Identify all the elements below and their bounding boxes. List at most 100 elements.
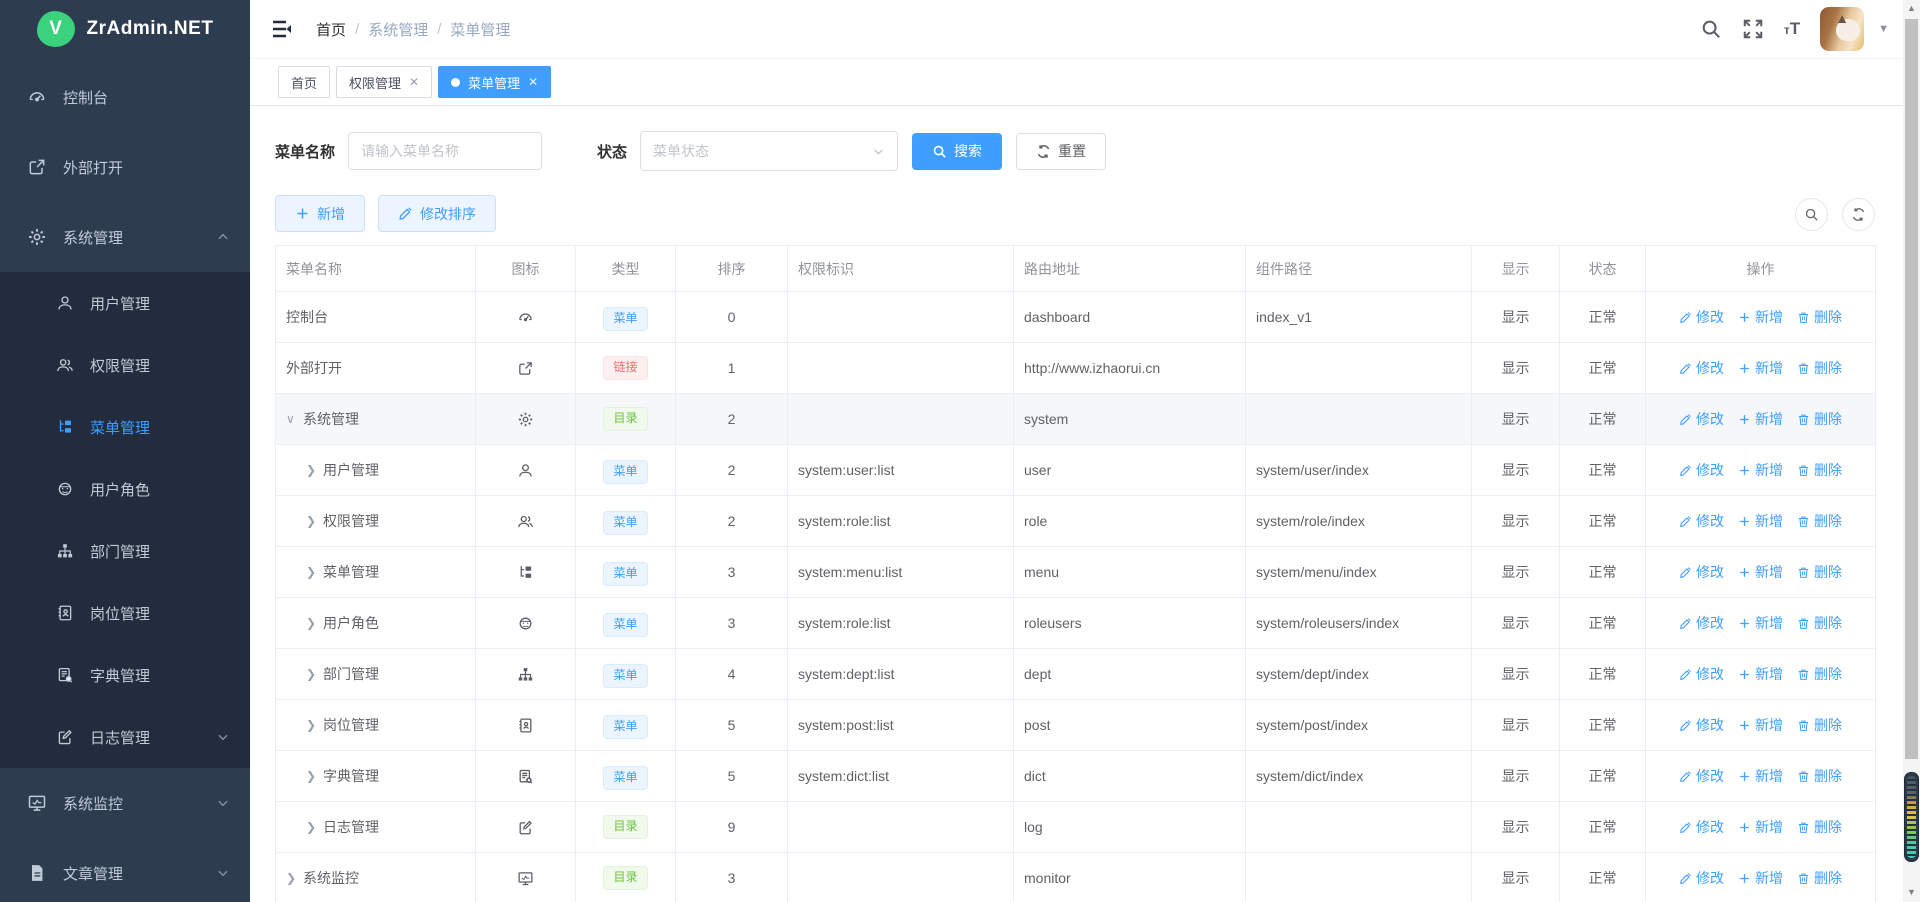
monitor-icon bbox=[517, 870, 534, 887]
expand-closed-icon[interactable]: ❯ bbox=[306, 667, 323, 681]
menu-name-input[interactable] bbox=[348, 132, 542, 170]
breadcrumb-home[interactable]: 首页 bbox=[316, 19, 346, 40]
delete-row-link[interactable]: 删除 bbox=[1797, 664, 1842, 684]
sidebar-item-tree[interactable]: 菜单管理 bbox=[0, 396, 250, 458]
close-tab-icon[interactable]: ✕ bbox=[528, 75, 538, 89]
expand-closed-icon[interactable]: ❯ bbox=[306, 565, 323, 579]
view-tab[interactable]: 权限管理✕ bbox=[336, 66, 432, 98]
sidebar-item-log[interactable]: 日志管理 bbox=[0, 706, 250, 768]
edit-row-link[interactable]: 修改 bbox=[1679, 460, 1724, 480]
edit-row-link[interactable]: 修改 bbox=[1679, 715, 1724, 735]
route-value: dict bbox=[1014, 751, 1246, 802]
delete-row-link[interactable]: 删除 bbox=[1797, 715, 1842, 735]
add-button[interactable]: 新增 bbox=[275, 195, 365, 232]
sidebar-item-monitor[interactable]: 系统监控 bbox=[0, 768, 250, 838]
delete-row-link[interactable]: 删除 bbox=[1797, 460, 1842, 480]
scrollbar-thumb[interactable] bbox=[1905, 19, 1918, 759]
order-value: 4 bbox=[676, 649, 788, 700]
add-row-link[interactable]: 新增 bbox=[1738, 358, 1783, 378]
sidebar-item-user[interactable]: 用户管理 bbox=[0, 272, 250, 334]
scroll-down-arrow-icon[interactable]: ▼ bbox=[1903, 884, 1920, 900]
expand-closed-icon[interactable]: ❯ bbox=[306, 616, 323, 630]
add-row-link[interactable]: 新增 bbox=[1738, 715, 1783, 735]
type-tag: 菜单 bbox=[603, 511, 647, 535]
edit-row-link[interactable]: 修改 bbox=[1679, 409, 1724, 429]
sort-edit-button[interactable]: 修改排序 bbox=[378, 195, 496, 232]
add-row-link[interactable]: 新增 bbox=[1738, 766, 1783, 786]
user-avatar[interactable] bbox=[1820, 7, 1864, 51]
edit-row-link[interactable]: 修改 bbox=[1679, 868, 1724, 888]
add-row-link[interactable]: 新增 bbox=[1738, 613, 1783, 633]
search-button[interactable]: 搜索 bbox=[912, 133, 1002, 170]
expand-closed-icon[interactable]: ❯ bbox=[286, 871, 303, 885]
sidebar-item-gauge[interactable]: 控制台 bbox=[0, 62, 250, 132]
column-header: 操作 bbox=[1646, 246, 1876, 292]
delete-row-link[interactable]: 删除 bbox=[1797, 409, 1842, 429]
reset-button[interactable]: 重置 bbox=[1016, 133, 1106, 170]
add-row-link[interactable]: 新增 bbox=[1738, 664, 1783, 684]
component-value bbox=[1246, 343, 1472, 394]
component-value: system/role/index bbox=[1246, 496, 1472, 547]
edit-row-link[interactable]: 修改 bbox=[1679, 766, 1724, 786]
view-tab[interactable]: 首页 bbox=[278, 66, 330, 98]
component-value: system/roleusers/index bbox=[1246, 598, 1472, 649]
doc-icon bbox=[27, 863, 47, 883]
table-search-toggle-icon[interactable] bbox=[1795, 198, 1828, 231]
table-refresh-icon[interactable] bbox=[1842, 198, 1875, 231]
delete-row-link[interactable]: 删除 bbox=[1797, 868, 1842, 888]
close-tab-icon[interactable]: ✕ bbox=[409, 75, 419, 89]
add-row-link[interactable]: 新增 bbox=[1738, 307, 1783, 327]
robot-icon bbox=[517, 615, 534, 632]
route-value: role bbox=[1014, 496, 1246, 547]
edit-row-link[interactable]: 修改 bbox=[1679, 358, 1724, 378]
view-tab[interactable]: 菜单管理✕ bbox=[438, 66, 551, 98]
font-size-icon[interactable]: тT bbox=[1784, 19, 1800, 39]
delete-row-link[interactable]: 删除 bbox=[1797, 307, 1842, 327]
delete-row-link[interactable]: 删除 bbox=[1797, 613, 1842, 633]
delete-row-link[interactable]: 删除 bbox=[1797, 511, 1842, 531]
route-value: roleusers bbox=[1014, 598, 1246, 649]
add-row-link[interactable]: 新增 bbox=[1738, 868, 1783, 888]
add-row-link[interactable]: 新增 bbox=[1738, 409, 1783, 429]
expand-closed-icon[interactable]: ❯ bbox=[306, 514, 323, 528]
sidebar-item-dict[interactable]: 字典管理 bbox=[0, 644, 250, 706]
app-logo[interactable]: V ZrAdmin.NET bbox=[0, 0, 250, 58]
expand-closed-icon[interactable]: ❯ bbox=[306, 463, 323, 477]
perm-value: system:menu:list bbox=[788, 547, 1014, 598]
gauge-icon bbox=[517, 309, 534, 326]
sidebar-fold-icon[interactable] bbox=[270, 17, 294, 41]
expand-closed-icon[interactable]: ❯ bbox=[306, 820, 323, 834]
delete-row-link[interactable]: 删除 bbox=[1797, 562, 1842, 582]
menu-status-select[interactable]: 菜单状态 bbox=[640, 131, 898, 171]
scroll-up-arrow-icon[interactable]: ▲ bbox=[1903, 0, 1920, 16]
add-row-link[interactable]: 新增 bbox=[1738, 511, 1783, 531]
sidebar-item-external[interactable]: 外部打开 bbox=[0, 132, 250, 202]
expand-closed-icon[interactable]: ❯ bbox=[306, 718, 323, 732]
add-row-link[interactable]: 新增 bbox=[1738, 562, 1783, 582]
sidebar-item-doc[interactable]: 文章管理 bbox=[0, 838, 250, 902]
sidebar-item-badge[interactable]: 岗位管理 bbox=[0, 582, 250, 644]
add-row-link[interactable]: 新增 bbox=[1738, 460, 1783, 480]
edit-row-link[interactable]: 修改 bbox=[1679, 307, 1724, 327]
search-icon[interactable] bbox=[1700, 18, 1722, 40]
sidebar-item-gear[interactable]: 系统管理 bbox=[0, 202, 250, 272]
perm-value: system:dept:list bbox=[788, 649, 1014, 700]
sidebar-item-robot[interactable]: 用户角色 bbox=[0, 458, 250, 520]
user-menu-caret-icon[interactable]: ▼ bbox=[1878, 23, 1889, 35]
delete-row-link[interactable]: 删除 bbox=[1797, 766, 1842, 786]
fullscreen-icon[interactable] bbox=[1742, 18, 1764, 40]
sidebar-item-users[interactable]: 权限管理 bbox=[0, 334, 250, 396]
sidebar-item-sitemap[interactable]: 部门管理 bbox=[0, 520, 250, 582]
delete-row-link[interactable]: 删除 bbox=[1797, 358, 1842, 378]
edit-row-link[interactable]: 修改 bbox=[1679, 817, 1724, 837]
edit-row-link[interactable]: 修改 bbox=[1679, 613, 1724, 633]
expand-closed-icon[interactable]: ❯ bbox=[306, 769, 323, 783]
edit-row-link[interactable]: 修改 bbox=[1679, 562, 1724, 582]
delete-row-link[interactable]: 删除 bbox=[1797, 817, 1842, 837]
edit-row-link[interactable]: 修改 bbox=[1679, 511, 1724, 531]
expand-open-icon[interactable]: ∨ bbox=[286, 412, 303, 426]
edit-row-link[interactable]: 修改 bbox=[1679, 664, 1724, 684]
plus-icon bbox=[1738, 464, 1751, 477]
add-row-link[interactable]: 新增 bbox=[1738, 817, 1783, 837]
table-row: ❯用户管理菜单2system:user:listusersystem/user/… bbox=[276, 445, 1876, 496]
